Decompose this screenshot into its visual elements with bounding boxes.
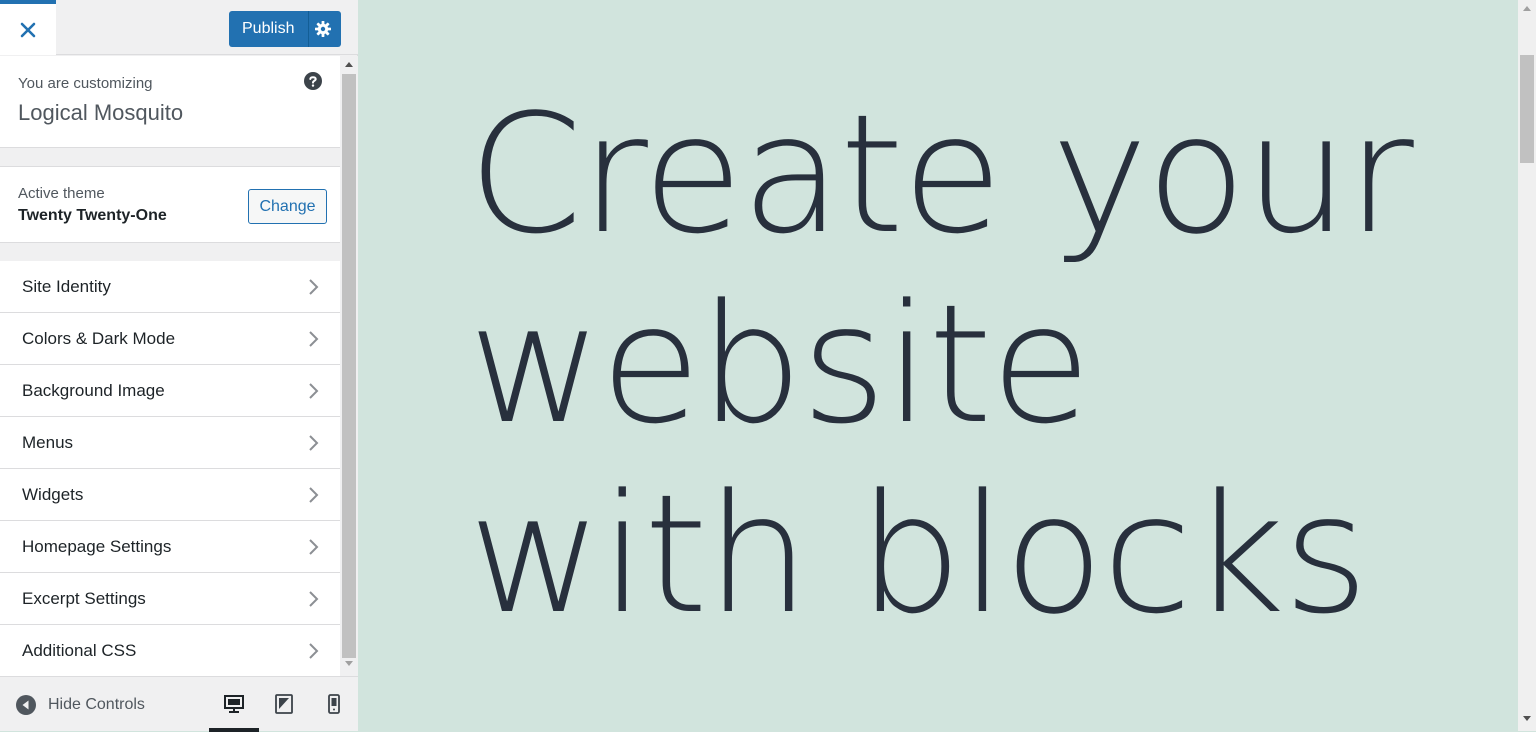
customizer-sections: Site Identity Colors & Dark Mode Backgro… bbox=[0, 261, 340, 676]
section-label: Additional CSS bbox=[22, 641, 137, 660]
section-excerpt-settings[interactable]: Excerpt Settings bbox=[0, 573, 340, 625]
section-label: Excerpt Settings bbox=[22, 589, 146, 608]
change-theme-button[interactable]: Change bbox=[248, 189, 327, 224]
tablet-icon bbox=[275, 694, 293, 714]
close-customizer-button[interactable] bbox=[0, 0, 56, 55]
hide-controls-label: Hide Controls bbox=[48, 696, 145, 713]
collapse-sidebar-icon bbox=[16, 695, 36, 715]
sidebar-scrollbar[interactable] bbox=[340, 56, 358, 676]
chevron-right-icon bbox=[309, 487, 319, 503]
customizer-sidebar: Publish You are customizing Logical Mosq… bbox=[0, 0, 359, 732]
section-additional-css[interactable]: Additional CSS bbox=[0, 625, 340, 676]
customizing-info: You are customizing Logical Mosquito bbox=[0, 56, 340, 148]
hero-headline: Create your website with blocks bbox=[468, 79, 1414, 651]
mobile-icon bbox=[328, 694, 340, 714]
customizer-header: Publish bbox=[0, 0, 358, 55]
section-background-image[interactable]: Background Image bbox=[0, 365, 340, 417]
preview-mobile-button[interactable] bbox=[309, 677, 359, 732]
chevron-right-icon bbox=[309, 331, 319, 347]
preview-tablet-button[interactable] bbox=[259, 677, 309, 732]
desktop-icon bbox=[224, 695, 244, 713]
site-title: Logical Mosquito bbox=[18, 100, 184, 125]
section-label: Menus bbox=[22, 433, 74, 452]
chevron-right-icon bbox=[309, 383, 319, 399]
gear-icon[interactable] bbox=[314, 20, 332, 43]
close-icon bbox=[20, 22, 36, 37]
chevron-right-icon bbox=[309, 279, 319, 295]
publish-label: Publish bbox=[242, 20, 295, 37]
section-label: Background Image bbox=[22, 381, 165, 400]
scroll-down-arrow-icon[interactable] bbox=[1522, 715, 1532, 723]
chevron-right-icon bbox=[309, 539, 319, 555]
section-label: Widgets bbox=[22, 485, 84, 504]
help-icon[interactable] bbox=[304, 72, 322, 94]
scroll-up-arrow-icon[interactable] bbox=[344, 60, 354, 68]
publish-button[interactable]: Publish bbox=[229, 11, 341, 47]
preview-scrollbar-thumb[interactable] bbox=[1520, 55, 1534, 163]
active-theme-kicker: Active theme bbox=[18, 185, 105, 202]
customizing-kicker: You are customizing bbox=[18, 75, 153, 92]
section-label: Homepage Settings bbox=[22, 537, 172, 556]
chevron-right-icon bbox=[309, 435, 319, 451]
site-preview: Create your website with blocks bbox=[358, 0, 1518, 731]
scroll-up-arrow-icon[interactable] bbox=[1522, 4, 1532, 12]
section-label: Colors & Dark Mode bbox=[22, 329, 176, 348]
sidebar-scrollbar-thumb[interactable] bbox=[342, 74, 356, 658]
chevron-right-icon bbox=[309, 591, 319, 607]
preview-desktop-button[interactable] bbox=[209, 677, 259, 732]
active-theme-panel: Active theme Twenty Twenty-One Change bbox=[0, 166, 340, 243]
section-homepage-settings[interactable]: Homepage Settings bbox=[0, 521, 340, 573]
section-colors-dark-mode[interactable]: Colors & Dark Mode bbox=[0, 313, 340, 365]
scroll-down-arrow-icon[interactable] bbox=[344, 660, 354, 668]
customizer-footer: Hide Controls bbox=[0, 676, 359, 732]
section-site-identity[interactable]: Site Identity bbox=[0, 261, 340, 313]
publish-divider bbox=[308, 11, 309, 47]
active-theme-name: Twenty Twenty-One bbox=[18, 207, 167, 224]
active-device-indicator bbox=[209, 728, 259, 732]
section-menus[interactable]: Menus bbox=[0, 417, 340, 469]
chevron-right-icon bbox=[309, 643, 319, 659]
customizer-panel: You are customizing Logical Mosquito Act… bbox=[0, 56, 340, 676]
preview-scrollbar[interactable] bbox=[1518, 0, 1536, 731]
section-widgets[interactable]: Widgets bbox=[0, 469, 340, 521]
section-label: Site Identity bbox=[22, 277, 111, 296]
